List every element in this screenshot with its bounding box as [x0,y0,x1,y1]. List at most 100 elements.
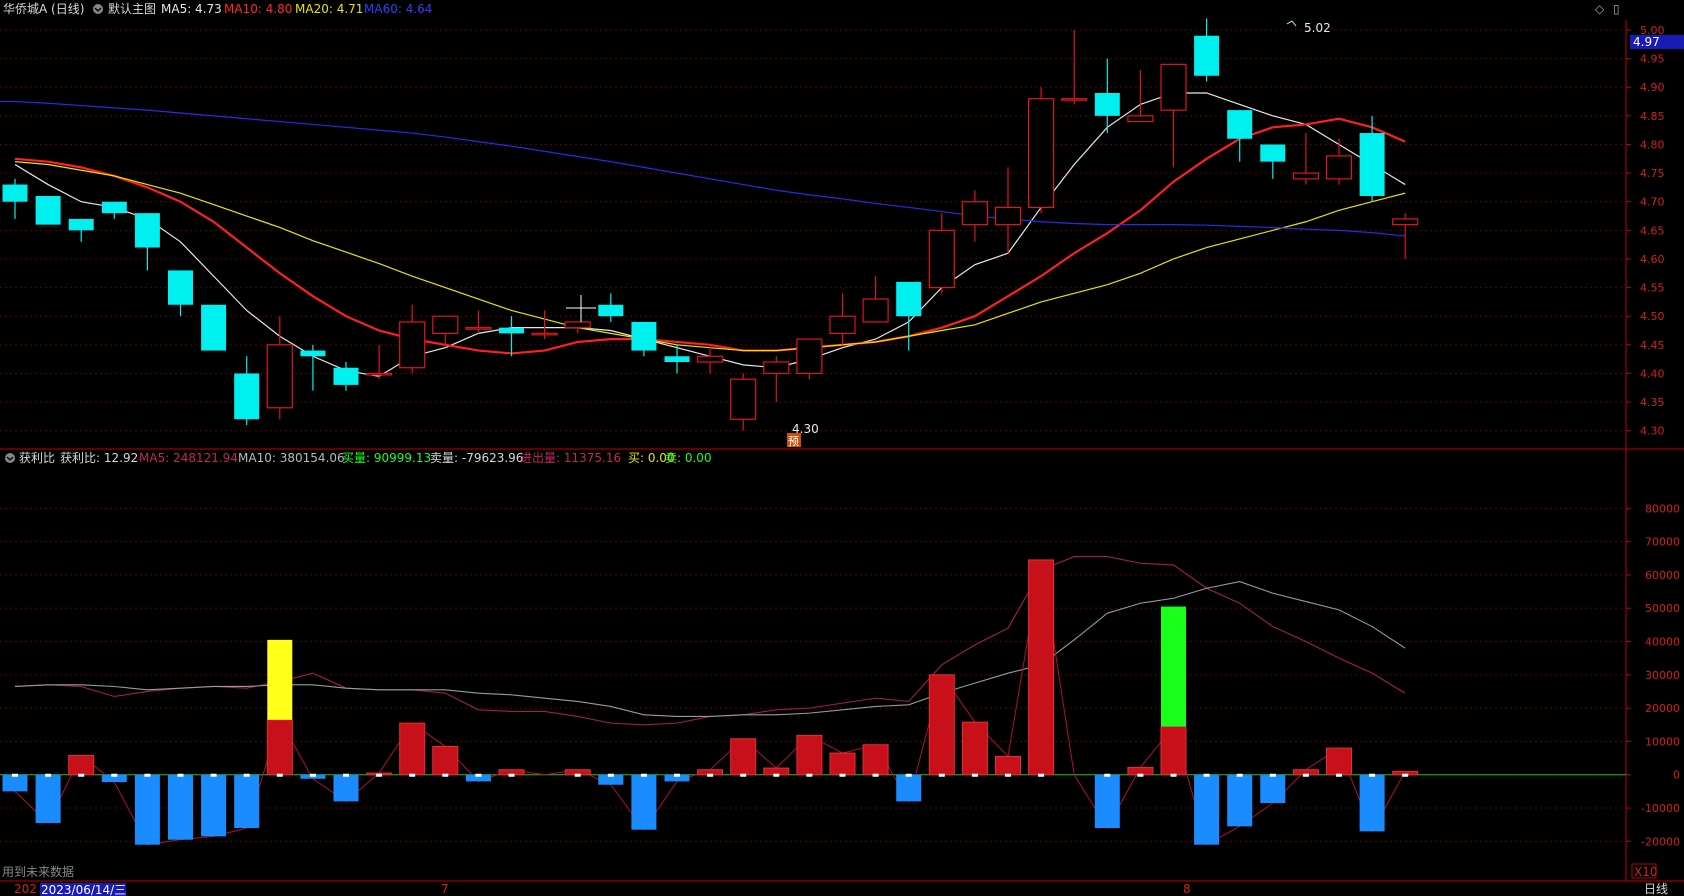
net-inflow-bar [432,745,459,776]
net-outflow-bar [134,774,160,845]
net-outflow-bar [168,774,193,840]
indicator-tick-label: -10000 [1641,802,1680,815]
candle-body-up [994,206,1022,226]
indicator-tick-label: 60000 [1645,569,1680,582]
candle-body-up [961,201,989,226]
candle-body-down [201,304,227,351]
zero-marker [1402,773,1409,777]
period-label[interactable]: 日线 [1644,882,1668,896]
candle-body-up [432,315,459,334]
net-outflow-bar [35,774,61,824]
price-legend: 华侨城A (日线) 默认主图 MA5: 4.73 MA10: 4.80 MA20… [3,1,1620,16]
scale-label[interactable]: X10 [1634,865,1658,879]
net-inflow-bar [995,755,1021,776]
candle-body-down [134,213,160,248]
zero-marker [640,773,647,777]
ma20-label: MA20: 4.71 [295,2,363,16]
current-price-badge: 4.97 [1630,35,1684,49]
zero-marker [1302,773,1309,777]
ma60-label: MA60: 4.64 [364,2,432,16]
net-inflow-bar [829,752,856,776]
net-outflow-bar [333,774,359,802]
zero-marker [674,773,680,777]
candle-body-up [829,315,856,334]
buy-signal-bar [267,639,293,720]
zero-marker [1369,773,1376,777]
net-outflow-bar [1359,774,1385,832]
high-price-label: 5.02 [1304,21,1331,35]
in-out-volume-label: 进出量: 11375.16 [520,451,621,465]
net-inflow-bar [68,754,95,776]
net-outflow-bar [896,774,922,802]
candle-body-up [1027,98,1055,209]
net-inflow-bar [399,722,426,776]
extreme-markers: 5.02 4.30 预 [787,20,1331,448]
candle-body-down [234,373,260,420]
indicator-menu-icon[interactable] [5,453,15,463]
future-data-note: 用到未来数据 [2,864,74,879]
net-inflow-bar [1028,559,1055,776]
indicator-tick-label: 0 [1673,769,1680,782]
candle-body-up [928,229,955,289]
template-name[interactable]: 默认主图 [108,1,156,16]
indicator-tick-label: 40000 [1645,636,1680,649]
buy-volume-label: 买量: 90999.13 [342,451,431,465]
price-tick-label: 4.80 [1640,138,1665,151]
zero-marker [409,773,416,777]
indicator-axis: 80000 70000 60000 50000 40000 30000 20000 10000… [1626,502,1680,848]
candle-body-up [1392,218,1419,226]
candle-body-up [366,372,393,376]
net-outflow-bar [1227,774,1253,827]
net-outflow-bar [2,774,28,792]
indicator-bars[interactable] [2,559,1419,845]
month-tick-7: 7 [441,882,449,896]
zero-marker [276,773,283,777]
candle-body-up [796,338,823,375]
pre-market-label: 预 [788,435,799,448]
net-inflow-bar [266,719,293,776]
zero-marker [574,773,581,777]
zero-marker [1170,773,1177,777]
zero-marker [243,773,250,777]
price-tick-label: 4.50 [1640,310,1665,323]
indicator-name[interactable]: 获利比 [19,451,55,465]
zero-marker [872,773,879,777]
stock-title: 华侨城A (日线) [3,2,84,16]
profit-ratio-label: 获利比: 12.92 [60,451,138,465]
current-price: 4.97 [1633,35,1660,49]
ma10-label: MA10: 4.80 [224,2,292,16]
sell-volume-label: 卖量: -79623.96 [430,451,523,465]
price-tick-label: 4.35 [1640,396,1665,409]
indicator-tick-label: 10000 [1645,735,1680,748]
net-inflow-bar [862,744,889,776]
zero-marker [177,773,184,777]
zero-marker [707,773,714,777]
ma5-indicator-line [14,556,1406,726]
zero-marker [12,773,18,777]
price-tick-label: 4.95 [1640,53,1665,66]
net-outflow-bar [1094,774,1120,829]
zero-marker [343,773,349,777]
time-axis: 用到未来数据 202 2023/06/14/三 7 8 X10 日线 [2,863,1668,896]
crosshair-cursor [566,295,596,322]
candle-body-up [564,321,591,329]
cursor-date: 2023/06/14/三 [41,883,126,896]
price-axis: 5.004.954.904.854.804.754.704.654.604.55… [1626,24,1665,438]
candle-body-down [598,304,624,317]
candle-body-up [531,332,558,336]
zero-marker [376,773,383,777]
net-inflow-bar [1160,725,1187,776]
indicator-tick-label: 20000 [1645,702,1680,715]
menu-circle-icon[interactable] [93,4,103,14]
price-tick-label: 4.40 [1640,367,1665,380]
candle-body-down [1227,110,1253,139]
candle-body-up [1160,63,1187,111]
net-inflow-bar [730,738,757,776]
zero-marker [839,773,846,777]
net-inflow-bar [796,734,823,776]
candle-body-up [1127,115,1154,123]
candle-body-up [696,355,724,363]
panel-toggle-icon[interactable]: ▯ [1613,2,1620,16]
diamond-icon[interactable]: ◇ [1595,2,1605,16]
candle-body-up [266,344,293,409]
